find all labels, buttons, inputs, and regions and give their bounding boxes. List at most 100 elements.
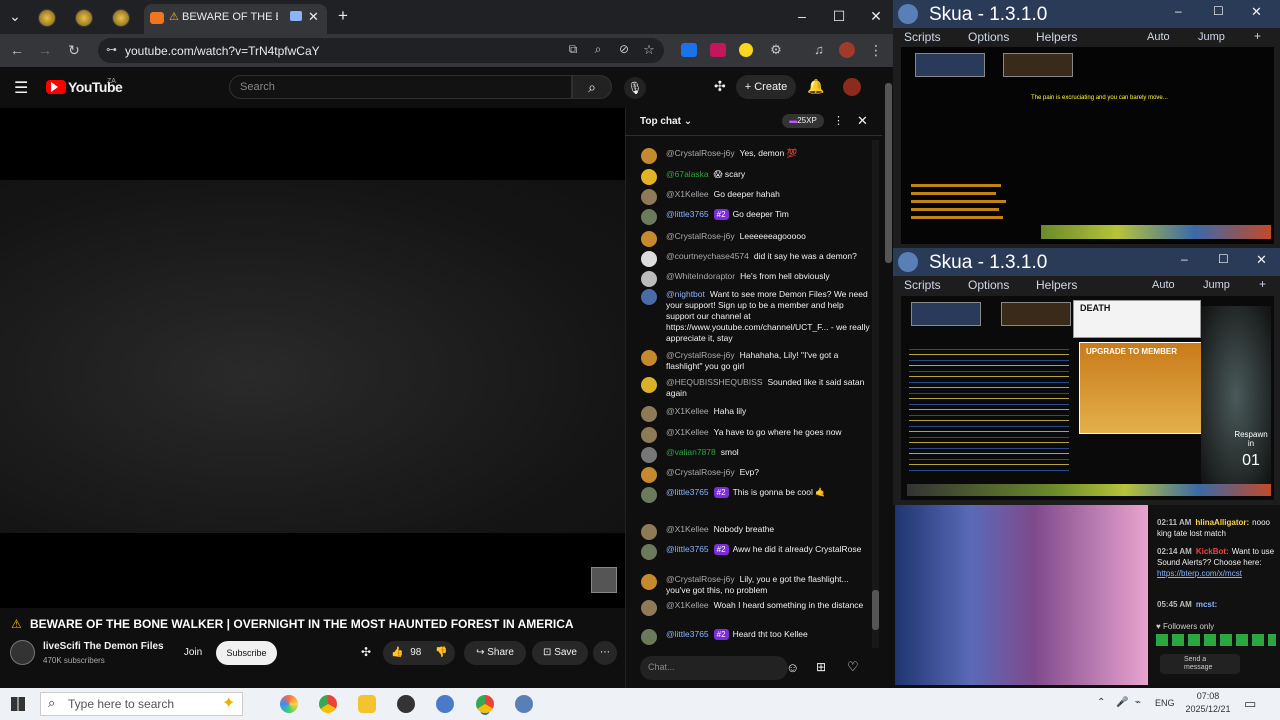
close-chat-icon[interactable]: ✕ (857, 113, 868, 129)
game-viewport[interactable]: DEATH UPGRADE TO MEMBER Respawn in 01 (901, 296, 1274, 500)
obs-icon[interactable] (397, 695, 415, 713)
forward-icon[interactable]: → (35, 42, 55, 58)
url-text[interactable]: youtube.com/watch?v=TrN4tpfwCaY (125, 44, 320, 58)
minimize-icon[interactable]: – (1175, 4, 1182, 18)
extension-icon[interactable] (710, 43, 726, 57)
tab-favicon[interactable] (75, 9, 93, 27)
language-indicator[interactable]: ENG (1155, 698, 1175, 708)
tray-chevron-icon[interactable]: ⌃ (1097, 697, 1105, 708)
maximize-icon[interactable]: ☐ (1213, 4, 1224, 18)
chat-author[interactable]: @X1Kellee (666, 524, 709, 534)
site-info-icon[interactable]: ⊶ (106, 43, 117, 56)
media-controls-icon[interactable]: ♫ (809, 42, 829, 57)
jump-menu[interactable]: Jump (1203, 279, 1230, 291)
chat-avatar[interactable] (641, 377, 657, 393)
chat-author[interactable]: @little3765 (666, 487, 709, 497)
create-button[interactable]: + Create (736, 75, 796, 99)
profile-avatar-icon[interactable] (839, 42, 855, 58)
options-menu[interactable]: Options (968, 30, 1009, 44)
notifications-bell-icon[interactable]: 🔔 (807, 78, 824, 95)
game-viewport[interactable]: The pain is excruciating and you can bar… (901, 47, 1274, 244)
eye-off-icon[interactable]: ⊘ (614, 42, 634, 56)
skill-bar[interactable] (907, 484, 1271, 496)
emote-bar[interactable] (1156, 634, 1276, 646)
chat-avatar[interactable] (641, 189, 657, 205)
chat-author[interactable]: @CrystalRose-j6y (666, 467, 735, 477)
search-input[interactable]: Search (229, 75, 572, 99)
close-icon[interactable]: ✕ (1256, 252, 1267, 268)
close-tab-icon[interactable]: ✕ (308, 9, 319, 25)
zoom-icon[interactable]: ⌕ (588, 42, 608, 57)
skill-bar[interactable] (1041, 225, 1271, 239)
upgrade-banner[interactable]: UPGRADE TO MEMBER (1079, 342, 1203, 434)
chat-author[interactable]: @little3765 (666, 209, 709, 219)
message-user[interactable]: mcst: (1196, 600, 1217, 609)
active-tab[interactable]: ⚠ BEWARE OF THE BONE WALKER ✕ (144, 4, 327, 34)
heart-icon[interactable]: ♡ (847, 659, 859, 675)
chat-author[interactable]: @little3765 (666, 544, 709, 554)
minimize-icon[interactable]: – (792, 8, 812, 24)
reload-icon[interactable]: ↻ (64, 42, 84, 59)
jump-menu[interactable]: Jump (1198, 31, 1225, 43)
chat-scrollbar[interactable] (872, 140, 879, 648)
helpers-menu[interactable]: Helpers (1036, 30, 1077, 44)
top-chat-dropdown[interactable]: Top chat ⌄ (640, 116, 692, 127)
add-icon[interactable]: + (1254, 29, 1261, 43)
chat-avatar[interactable] (641, 447, 657, 463)
page-scrollbar-thumb[interactable] (885, 83, 892, 263)
chat-avatar[interactable] (641, 487, 657, 503)
chat-author[interactable]: @67alaska (666, 169, 709, 179)
extension-logo-icon[interactable]: ✣ (714, 78, 726, 95)
chat-author[interactable]: @CrystalRose-j6y (666, 350, 735, 360)
auto-menu[interactable]: Auto (1147, 31, 1170, 43)
windows-start-icon[interactable] (11, 697, 25, 711)
search-button[interactable]: ⌕ (572, 75, 612, 99)
tab-favicon[interactable] (112, 9, 130, 27)
message-user[interactable]: hlinaAlligator: (1195, 518, 1249, 527)
chat-avatar[interactable] (641, 600, 657, 616)
hamburger-menu-icon[interactable]: ☰ (14, 78, 28, 98)
microphone-icon[interactable]: 🎤 (1116, 697, 1128, 708)
chat-avatar[interactable] (641, 574, 657, 590)
xp-badge[interactable]: ▬25XP (782, 114, 824, 128)
close-window-icon[interactable]: ✕ (866, 8, 886, 25)
network-icon[interactable]: ⌁ (1135, 697, 1141, 708)
add-icon[interactable]: + (1259, 277, 1266, 291)
account-avatar[interactable] (843, 78, 861, 96)
browser-menu-icon[interactable]: ⋮ (866, 42, 886, 59)
close-icon[interactable]: ✕ (1251, 4, 1262, 20)
thumbs-up-icon[interactable]: 👍 (391, 647, 403, 658)
chat-scroll-thumb[interactable] (872, 590, 879, 630)
app-icon[interactable] (436, 695, 454, 713)
voice-search-icon[interactable]: 🎙 (624, 77, 646, 99)
share-button[interactable]: ↪ Share (464, 641, 526, 665)
extension-icon[interactable] (681, 43, 697, 57)
save-button[interactable]: ⊡ Save (532, 641, 588, 665)
channel-watermark-icon[interactable] (591, 567, 617, 593)
more-actions-button[interactable]: ⋯ (593, 641, 617, 665)
chat-author[interactable]: @X1Kellee (666, 406, 709, 416)
chat-author[interactable]: @HEQUBISSHEQUBISS (666, 377, 762, 387)
auto-menu[interactable]: Auto (1152, 279, 1175, 291)
chat-avatar[interactable] (641, 271, 657, 287)
maximize-icon[interactable]: ☐ (1218, 252, 1229, 266)
chat-author[interactable]: @CrystalRose-j6y (666, 574, 735, 584)
join-button[interactable]: Join (178, 641, 208, 665)
chat-avatar[interactable] (641, 148, 657, 164)
minimize-icon[interactable]: – (1181, 252, 1188, 266)
chat-author[interactable]: @X1Kellee (666, 427, 709, 437)
chat-author[interactable]: @nightbot (666, 289, 705, 299)
chrome-active-icon[interactable] (476, 695, 494, 713)
clock-date[interactable]: 2025/12/21 (1180, 704, 1236, 714)
chat-avatar[interactable] (641, 427, 657, 443)
notification-center-icon[interactable]: ▭ (1244, 696, 1256, 712)
extension-icon[interactable] (739, 43, 753, 57)
tab-search-icon[interactable]: ⌄ (5, 8, 25, 25)
chat-avatar[interactable] (641, 406, 657, 422)
chat-options-icon[interactable]: ⋮ (833, 114, 844, 127)
scripts-menu[interactable]: Scripts (904, 278, 941, 292)
chat-author[interactable]: @CrystalRose-j6y (666, 148, 735, 158)
helpers-menu[interactable]: Helpers (1036, 278, 1077, 292)
message-user[interactable]: KickBot: (1196, 547, 1229, 556)
chat-avatar[interactable] (641, 524, 657, 540)
